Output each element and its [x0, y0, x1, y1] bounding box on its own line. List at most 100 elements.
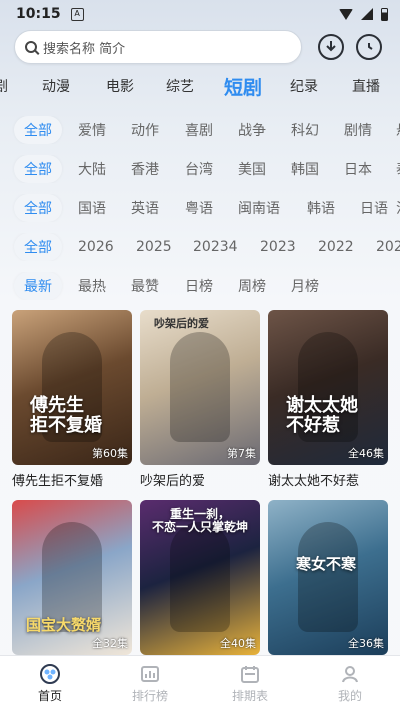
region-chip-4[interactable]: 美国	[238, 155, 266, 183]
drama-poster[interactable]: 谢太太她 不好惹全46集	[268, 310, 388, 465]
region-chip-7[interactable]: 泰	[396, 155, 400, 183]
status-time: 10:15	[16, 6, 61, 22]
tab-4[interactable]: 短剧	[224, 73, 262, 100]
nav-label: 我的	[337, 688, 362, 703]
region-chip-0[interactable]: 全部	[14, 155, 62, 183]
region-chip-6[interactable]: 日本	[344, 155, 372, 183]
nav-home[interactable]: 首页	[10, 663, 90, 704]
year-chip-6[interactable]: 202	[376, 235, 400, 259]
tab-1[interactable]: 动漫	[42, 76, 70, 96]
poster-title-art: 谢太太她 不好惹	[286, 395, 358, 436]
search-placeholder: 搜索名称 简介	[43, 41, 126, 57]
drama-poster[interactable]: 吵架后的爱 第7集	[140, 310, 260, 465]
battery-icon	[381, 7, 388, 21]
region-chip-2[interactable]: 香港	[131, 155, 159, 183]
episode-count: 全36集	[348, 637, 384, 650]
drama-card[interactable]: 国宝大赘婿 全32集	[12, 500, 132, 660]
sort-filter-row: 最新 最热 最赞 日榜 周榜 月榜	[0, 272, 400, 300]
sort-chip-1[interactable]: 最热	[78, 272, 106, 300]
nav-label: 排行榜	[131, 688, 168, 703]
poster-artwork	[298, 522, 358, 632]
genre-filter-row: 全部爱情动作喜剧战争科幻剧情悬	[0, 116, 400, 144]
year-chip-4[interactable]: 2023	[260, 235, 296, 259]
sort-chip-5[interactable]: 月榜	[291, 272, 319, 300]
episode-count: 全32集	[92, 637, 128, 650]
language-chip-2[interactable]: 英语	[131, 194, 159, 222]
download-button[interactable]	[318, 34, 344, 60]
region-chip-1[interactable]: 大陆	[78, 155, 106, 183]
category-tabs: 剧 动漫 电影 综艺 短剧 纪录 直播	[0, 70, 400, 102]
language-chip-5[interactable]: 韩语	[307, 194, 335, 222]
year-chip-0[interactable]: 全部	[14, 233, 62, 261]
signal-icon	[361, 8, 373, 20]
wifi-icon	[339, 8, 353, 20]
poster-title-art: 重生一刹， 不恋一人只掌乾坤	[151, 507, 248, 535]
region-filter-row: 全部大陆香港台湾美国韩国日本泰	[0, 155, 400, 183]
region-chip-5[interactable]: 韩国	[291, 155, 319, 183]
sort-chip-4[interactable]: 周榜	[238, 272, 266, 300]
language-chip-4[interactable]: 闽南语	[238, 194, 280, 222]
history-button[interactable]	[356, 34, 382, 60]
notification-icon: A	[70, 7, 84, 21]
status-bar: 10:15 A	[0, 0, 400, 28]
drama-title[interactable]: 傅先生拒不复婚	[12, 470, 132, 489]
home-icon	[40, 663, 60, 684]
language-chip-6[interactable]: 日语	[360, 194, 388, 222]
year-chip-1[interactable]: 2026	[78, 235, 114, 259]
poster-artwork	[170, 522, 230, 632]
year-chip-5[interactable]: 2022	[318, 235, 354, 259]
language-chip-7[interactable]: 法	[396, 194, 400, 222]
sort-chip-3[interactable]: 日榜	[185, 272, 213, 300]
search-input[interactable]: 搜索名称 简介	[14, 30, 302, 64]
ranking-icon	[140, 664, 160, 684]
nav-calendar[interactable]: 排期表	[210, 664, 290, 704]
episode-count: 全46集	[348, 447, 384, 460]
sort-chip-2[interactable]: 最赞	[131, 272, 159, 300]
drama-poster[interactable]: 国宝大赘婿 全32集	[12, 500, 132, 655]
language-chip-3[interactable]: 粤语	[185, 194, 213, 222]
episode-count: 全40集	[220, 637, 256, 650]
tab-6[interactable]: 直播	[352, 76, 380, 96]
nav-label: 首页	[37, 688, 62, 703]
nav-ranking[interactable]: 排行榜	[110, 664, 190, 704]
drama-card[interactable]: 重生一刹， 不恋一人只掌乾坤全40集	[140, 500, 260, 660]
drama-card[interactable]: 谢太太她 不好惹全46集谢太太她不好惹	[268, 310, 388, 489]
tab-0[interactable]: 剧	[0, 76, 8, 96]
year-chip-3[interactable]: 20234	[193, 235, 238, 259]
nav-label: 排期表	[231, 688, 268, 703]
history-icon	[368, 43, 373, 50]
download-icon	[326, 41, 336, 52]
calendar-icon	[240, 664, 260, 684]
genre-chip-7[interactable]: 悬	[396, 116, 400, 144]
language-chip-1[interactable]: 国语	[78, 194, 106, 222]
genre-chip-2[interactable]: 动作	[131, 116, 159, 144]
genre-chip-5[interactable]: 科幻	[291, 116, 319, 144]
genre-chip-6[interactable]: 剧情	[344, 116, 372, 144]
genre-chip-4[interactable]: 战争	[238, 116, 266, 144]
search-icon	[25, 41, 37, 53]
genre-chip-0[interactable]: 全部	[14, 116, 62, 144]
year-chip-2[interactable]: 2025	[136, 235, 172, 259]
drama-poster[interactable]: 寒女不寒全36集	[268, 500, 388, 655]
search-row: 搜索名称 简介	[14, 30, 388, 64]
profile-icon	[340, 664, 360, 684]
nav-profile[interactable]: 我的	[310, 664, 390, 704]
tab-2[interactable]: 电影	[106, 76, 134, 96]
tab-3[interactable]: 综艺	[166, 76, 194, 96]
sort-chip-0[interactable]: 最新	[14, 272, 62, 300]
genre-chip-3[interactable]: 喜剧	[185, 116, 213, 144]
language-chip-0[interactable]: 全部	[14, 194, 62, 222]
drama-poster[interactable]: 重生一刹， 不恋一人只掌乾坤全40集	[140, 500, 260, 655]
poster-title-art: 傅先生 拒不复婚	[30, 395, 102, 436]
bottom-nav: 首页 排行榜 排期表 我的	[0, 655, 400, 711]
poster-title-art: 寒女不寒	[296, 555, 357, 573]
region-chip-3[interactable]: 台湾	[185, 155, 213, 183]
drama-card[interactable]: 傅先生 拒不复婚 第60集傅先生拒不复婚	[12, 310, 132, 489]
genre-chip-1[interactable]: 爱情	[78, 116, 106, 144]
drama-card[interactable]: 吵架后的爱 第7集吵架后的爱	[140, 310, 260, 489]
drama-title[interactable]: 谢太太她不好惹	[268, 470, 388, 489]
drama-card[interactable]: 寒女不寒全36集	[268, 500, 388, 660]
drama-title[interactable]: 吵架后的爱	[140, 470, 260, 489]
drama-poster[interactable]: 傅先生 拒不复婚 第60集	[12, 310, 132, 465]
tab-5[interactable]: 纪录	[290, 76, 318, 96]
